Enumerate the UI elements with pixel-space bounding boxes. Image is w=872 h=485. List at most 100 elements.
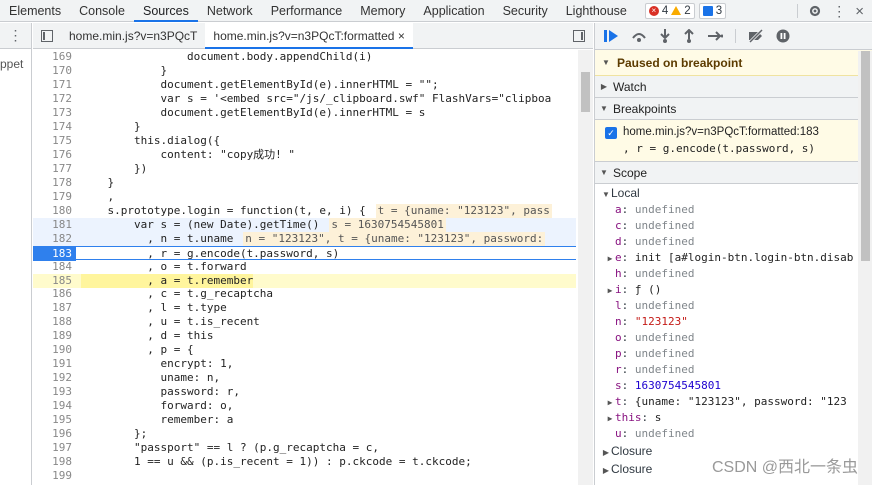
tab-lighthouse[interactable]: Lighthouse <box>557 0 636 22</box>
scope-variable[interactable]: d: undefined <box>605 234 872 250</box>
code-line[interactable]: 177 }) <box>33 162 576 176</box>
code-line[interactable]: 180 s.prototype.login = function(t, e, i… <box>33 203 576 218</box>
step-icon[interactable] <box>707 29 723 43</box>
scope-variable[interactable]: ▶ t: {uname: "123123", password: "123 <box>605 394 872 410</box>
code-line[interactable]: 181 var s = (new Date).getTime() s = 1630… <box>33 217 576 232</box>
code-line[interactable]: 170 } <box>33 64 576 78</box>
tab-application[interactable]: Application <box>414 0 493 22</box>
line-number[interactable]: 184 <box>33 260 76 274</box>
line-number[interactable]: 193 <box>33 385 76 399</box>
code-line[interactable]: 198 1 == u && (p.is_recent = 1)) : p.ckc… <box>33 455 576 469</box>
code-line[interactable]: 196 }; <box>33 427 576 441</box>
line-number[interactable]: 192 <box>33 371 76 385</box>
error-count-badge[interactable]: × 4 2 <box>644 2 695 19</box>
navigator-tab-snippets[interactable]: ppet <box>0 57 23 71</box>
triangle-right-icon[interactable]: ▶ <box>605 283 615 298</box>
code-line[interactable]: 182 , n = t.uname n = "123123", t = {unam… <box>33 231 576 246</box>
triangle-right-icon[interactable]: ▶ <box>605 411 615 426</box>
line-number[interactable]: 178 <box>33 176 76 190</box>
code-line[interactable]: 187 , l = t.type <box>33 301 576 315</box>
code-line[interactable]: 185 , a = t.remember <box>33 273 576 288</box>
line-number[interactable]: 177 <box>33 162 76 176</box>
line-number[interactable]: 194 <box>33 399 76 413</box>
line-number[interactable]: 179 <box>33 190 76 204</box>
line-number[interactable]: 182 <box>33 232 76 246</box>
code-line[interactable]: 197 "passport" == l ? (p.g_recaptcha = c… <box>33 441 576 455</box>
step-out-icon[interactable] <box>683 29 695 43</box>
file-tab-formatted[interactable]: home.min.js?v=n3PQcT:formatted × <box>205 22 413 49</box>
tab-console[interactable]: Console <box>70 0 134 22</box>
line-number[interactable]: 198 <box>33 455 76 469</box>
sidebar-scrollbar[interactable] <box>858 51 872 485</box>
line-number[interactable]: 195 <box>33 413 76 427</box>
triangle-right-icon[interactable]: ▶ <box>605 395 615 410</box>
toggle-debugger-icon[interactable] <box>573 30 585 45</box>
scope-variable[interactable]: ▶ i: ƒ () <box>605 282 872 298</box>
line-number[interactable]: 186 <box>33 287 76 301</box>
line-number[interactable]: 176 <box>33 148 76 162</box>
breakpoint-item[interactable]: ✓ home.min.js?v=n3PQcT:formatted:183 , r… <box>595 120 872 162</box>
tab-network[interactable]: Network <box>198 0 262 22</box>
code-line[interactable]: 173 document.getElementById(e).innerHTML… <box>33 106 576 120</box>
line-number[interactable]: 199 <box>33 469 76 483</box>
line-number[interactable]: 187 <box>33 301 76 315</box>
tab-elements[interactable]: Elements <box>0 0 70 22</box>
code-line[interactable]: 174 } <box>33 120 576 134</box>
step-over-icon[interactable] <box>631 29 647 43</box>
line-number[interactable]: 196 <box>33 427 76 441</box>
scope-variable[interactable]: ▶ e: init [a#login-btn.login-btn.disab <box>605 250 872 266</box>
resume-icon[interactable] <box>603 29 619 43</box>
toggle-navigator-icon[interactable] <box>33 29 61 42</box>
file-tab[interactable]: home.min.js?v=n3PQcT <box>61 23 205 49</box>
code-line[interactable]: 189 , d = this <box>33 329 576 343</box>
scope-variable[interactable]: s: 1630754545801 <box>605 378 872 394</box>
code-line[interactable]: 191 encrypt: 1, <box>33 357 576 371</box>
code-line[interactable]: 176 content: "copy成功! " <box>33 148 576 162</box>
tab-memory[interactable]: Memory <box>351 0 414 22</box>
local-scope-header[interactable]: ▼Local <box>595 184 872 202</box>
line-number[interactable]: 169 <box>33 50 76 64</box>
code-line[interactable]: 188 , u = t.is_recent <box>33 315 576 329</box>
tab-performance[interactable]: Performance <box>262 0 352 22</box>
line-number[interactable]: 185 <box>33 274 76 288</box>
code-line[interactable]: 172 var s = '<embed src="/js/_clipboard.… <box>33 92 576 106</box>
line-number[interactable]: 181 <box>33 218 76 232</box>
line-number[interactable]: 183 <box>33 246 76 261</box>
code-line[interactable]: 193 password: r, <box>33 385 576 399</box>
close-tab-icon[interactable]: × <box>398 29 405 43</box>
line-number[interactable]: 180 <box>33 204 76 218</box>
code-line[interactable]: 192 uname: n, <box>33 371 576 385</box>
line-number[interactable]: 175 <box>33 134 76 148</box>
code-line[interactable]: 178 } <box>33 176 576 190</box>
editor-scrollbar[interactable] <box>578 50 593 485</box>
gear-icon[interactable] <box>808 4 822 18</box>
code-line[interactable]: 195 remember: a <box>33 413 576 427</box>
code-line[interactable]: 194 forward: o, <box>33 399 576 413</box>
code-line[interactable]: 169 document.body.appendChild(i) <box>33 50 576 64</box>
watch-section-header[interactable]: ▶ Watch <box>595 76 872 98</box>
scope-variable[interactable]: r: undefined <box>605 362 872 378</box>
line-number[interactable]: 190 <box>33 343 76 357</box>
code-line[interactable]: 175 this.dialog({ <box>33 134 576 148</box>
scope-variable[interactable]: n: "123123" <box>605 314 872 330</box>
code-line[interactable]: 190 , p = { <box>33 343 576 357</box>
code-area[interactable]: 169 document.body.appendChild(i) 170 } 171… <box>33 50 593 485</box>
pause-on-exceptions-icon[interactable] <box>776 29 790 43</box>
close-icon[interactable]: × <box>855 3 864 20</box>
more-options-icon[interactable]: ⋮ <box>9 27 23 44</box>
tab-sources[interactable]: Sources <box>133 0 198 22</box>
scrollbar-thumb[interactable] <box>861 51 870 261</box>
scope-variable[interactable]: p: undefined <box>605 346 872 362</box>
step-into-icon[interactable] <box>659 29 671 43</box>
line-number[interactable]: 189 <box>33 329 76 343</box>
line-number[interactable]: 170 <box>33 64 76 78</box>
scope-variable[interactable]: h: undefined <box>605 266 872 282</box>
code-line[interactable]: 183 , r = g.encode(t.password, s) <box>33 245 576 261</box>
scope-variable[interactable]: a: undefined <box>605 202 872 218</box>
line-number[interactable]: 173 <box>33 106 76 120</box>
code-line[interactable]: 186 , c = t.g_recaptcha <box>33 287 576 301</box>
code-line[interactable]: 199 <box>33 469 576 483</box>
line-number[interactable]: 174 <box>33 120 76 134</box>
code-line[interactable]: 184 , o = t.forward <box>33 260 576 274</box>
scope-variable[interactable]: c: undefined <box>605 218 872 234</box>
